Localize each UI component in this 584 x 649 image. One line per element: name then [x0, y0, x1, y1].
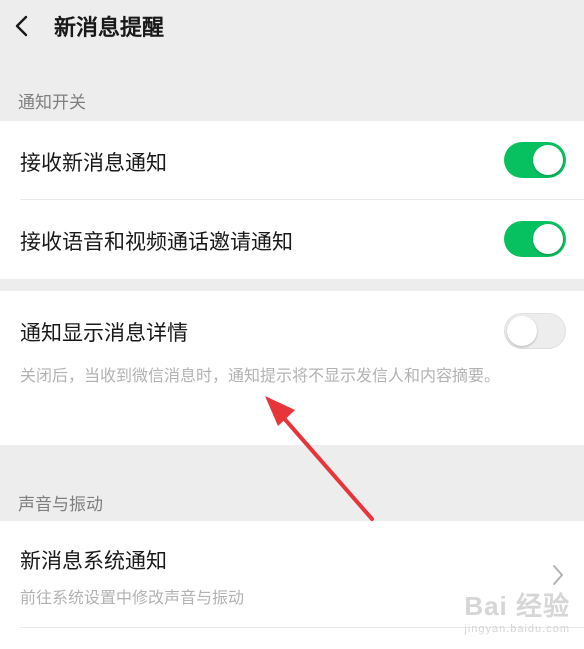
- chevron-left-icon: [15, 15, 28, 37]
- watermark-site: jingyan.baidu.com: [464, 623, 570, 635]
- watermark-brand: Bai 经验: [464, 591, 570, 621]
- toggle-knob: [507, 316, 537, 346]
- row-title-call-invite: 接收语音和视频通话邀请通知: [20, 230, 293, 254]
- divider: [20, 199, 584, 200]
- nav-bar: 新消息提醒: [0, 0, 584, 52]
- toggle-call-invite[interactable]: [504, 221, 566, 257]
- toggle-knob: [533, 145, 563, 175]
- page-title: 新消息提醒: [54, 16, 165, 41]
- section-label-sound: 声音与振动: [18, 495, 103, 515]
- toggle-knob: [533, 224, 563, 254]
- settings-page: 新消息提醒 通知开关 接收新消息通知 接收语音和视频通话邀请通知 通知显示消息详…: [0, 0, 584, 649]
- toggle-new-message[interactable]: [504, 142, 566, 178]
- row-title-new-message: 接收新消息通知: [20, 151, 167, 175]
- notification-switch-card: 接收新消息通知 接收语音和视频通话邀请通知: [0, 121, 584, 279]
- toggle-message-detail[interactable]: [504, 313, 566, 349]
- row-title-message-detail: 通知显示消息详情: [20, 321, 188, 345]
- back-button[interactable]: [0, 0, 44, 52]
- message-detail-card: 通知显示消息详情 关闭后，当收到微信消息时，通知提示将不显示发信人和内容摘要。: [0, 291, 584, 445]
- row-title-system-notification: 新消息系统通知: [20, 549, 167, 573]
- baidu-watermark: Bai 经验 jingyan.baidu.com: [464, 586, 570, 635]
- section-label-notification: 通知开关: [18, 93, 86, 113]
- message-detail-description: 关闭后，当收到微信消息时，通知提示将不显示发信人和内容摘要。: [20, 366, 501, 385]
- chevron-right-icon: [553, 565, 563, 585]
